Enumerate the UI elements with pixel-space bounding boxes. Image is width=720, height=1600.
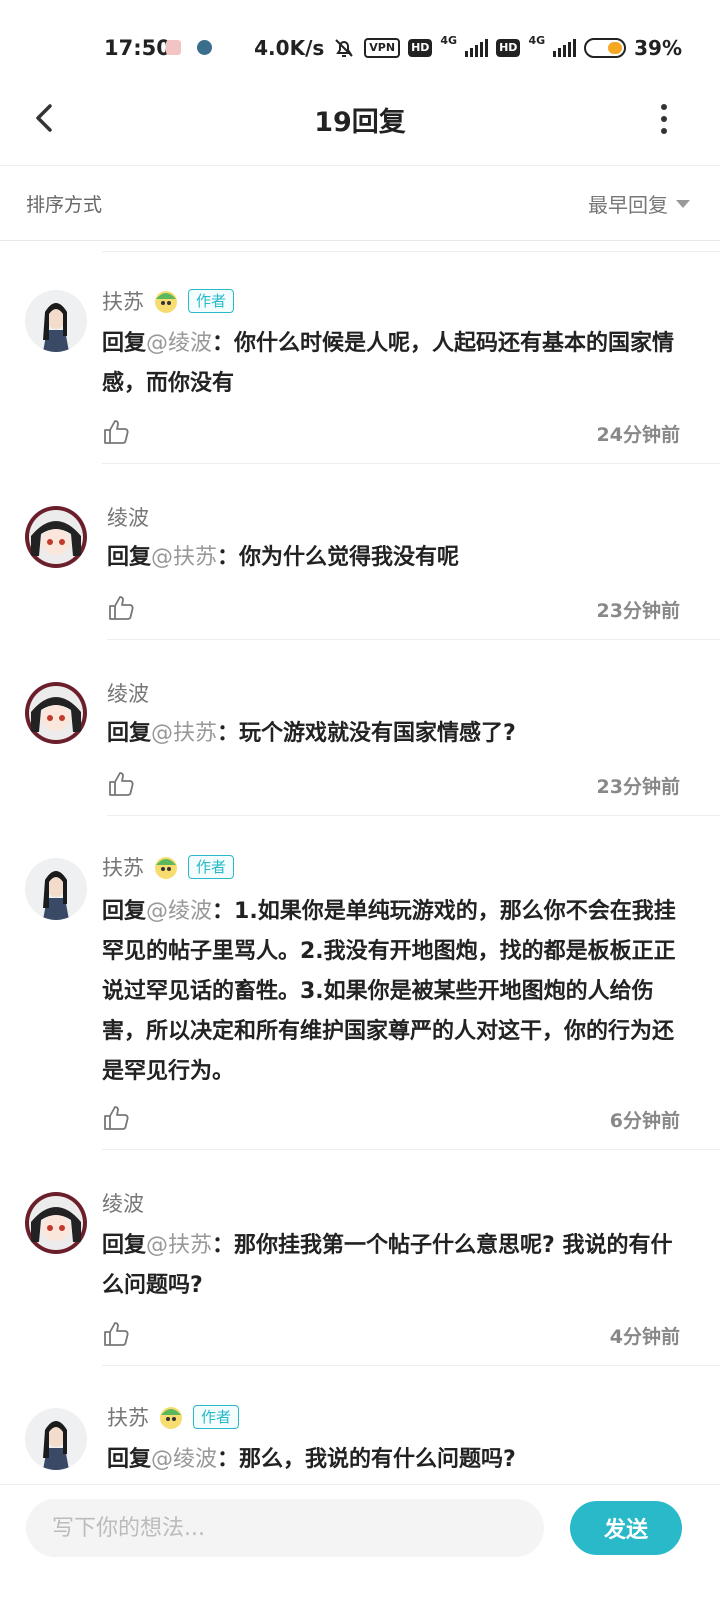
- thumbs-up-icon[interactable]: [102, 1104, 130, 1132]
- thumbs-up-icon[interactable]: [102, 1320, 130, 1348]
- comment-input[interactable]: [26, 1499, 544, 1557]
- notification-game-icon: [197, 40, 212, 55]
- user-name[interactable]: 绫波: [107, 502, 149, 532]
- status-time: 17:50: [104, 36, 171, 60]
- avatar-fusu-icon: [25, 1408, 87, 1470]
- hd-icon: HD: [496, 39, 521, 57]
- avatar-fusu-icon: [25, 290, 87, 352]
- comment-content: ：你为什么觉得我没有呢: [217, 545, 460, 570]
- reply-prefix: 回复: [107, 545, 152, 570]
- comment-item: 绫波 回复@扶苏：玩个游戏就没有国家情感了? 23分钟前: [0, 640, 720, 816]
- level-badge-icon: [155, 857, 177, 879]
- mention-link[interactable]: @绫波: [151, 1447, 217, 1472]
- thumbs-up-icon[interactable]: [107, 770, 135, 798]
- network-type-1: 4G: [440, 34, 458, 47]
- comment-item: 绫波 回复@扶苏：你为什么觉得我没有呢 23分钟前: [0, 464, 720, 640]
- comment-time: 6分钟前: [609, 1110, 680, 1132]
- reply-prefix: 回复: [107, 721, 152, 746]
- comment-text: 回复@扶苏：你为什么觉得我没有呢: [107, 538, 684, 578]
- mention-link[interactable]: @绫波: [146, 331, 212, 356]
- comment-header: 扶苏 作者: [102, 852, 235, 882]
- comment-item: 扶苏 作者 回复@绫波：1.如果你是单纯玩游戏的，那么你不会在我挂罕见的帖子里骂…: [0, 816, 720, 1150]
- mention-link[interactable]: @扶苏: [146, 1233, 212, 1258]
- author-tag: 作者: [188, 855, 235, 879]
- page-title: 19回复: [314, 107, 406, 138]
- comment-header: 扶苏 作者: [107, 1402, 240, 1432]
- comment-content: ：1.如果你是单纯玩游戏的，那么你不会在我挂罕见的帖子里骂人。2.我没有开地图炮…: [102, 899, 676, 1084]
- avatar[interactable]: [25, 1192, 87, 1254]
- avatar[interactable]: [25, 506, 87, 568]
- avatar[interactable]: [25, 1408, 87, 1470]
- author-tag: 作者: [188, 289, 235, 313]
- hd-icon: HD: [408, 39, 433, 57]
- avatar[interactable]: [25, 290, 87, 352]
- notification-app-icon: [166, 40, 181, 55]
- more-options-icon[interactable]: [658, 104, 670, 134]
- reply-prefix: 回复: [107, 1447, 152, 1472]
- user-name[interactable]: 扶苏: [102, 286, 144, 316]
- battery-percent: 39%: [634, 36, 682, 60]
- thumbs-up-icon[interactable]: [102, 418, 130, 446]
- comment-item: 扶苏 作者 回复@绫波：你什么时候是人呢，人起码还有基本的国家情感，而你没有 2…: [0, 252, 720, 464]
- comment-text: 回复@扶苏：那你挂我第一个帖子什么意思呢? 我说的有什么问题吗?: [102, 1226, 684, 1306]
- comment-text: 回复@绫波：你什么时候是人呢，人起码还有基本的国家情感，而你没有: [102, 324, 684, 404]
- comment-text: 回复@绫波：1.如果你是单纯玩游戏的，那么你不会在我挂罕见的帖子里骂人。2.我没…: [102, 892, 684, 1092]
- mention-link[interactable]: @扶苏: [151, 721, 217, 746]
- comment-time: 23分钟前: [596, 600, 680, 622]
- chevron-down-icon: [676, 199, 690, 208]
- avatar-lingbo-icon: [25, 506, 87, 568]
- reply-prefix: 回复: [102, 1233, 147, 1258]
- user-name[interactable]: 绫波: [107, 678, 149, 708]
- mention-link[interactable]: @扶苏: [151, 545, 217, 570]
- avatar-lingbo-icon: [25, 682, 87, 744]
- comment-content: ：那么，我说的有什么问题吗?: [217, 1447, 516, 1472]
- comment-header: 绫波: [107, 502, 149, 532]
- comment-text: 回复@扶苏：玩个游戏就没有国家情感了?: [107, 714, 684, 754]
- user-name[interactable]: 绫波: [102, 1188, 144, 1218]
- battery-icon: [584, 38, 627, 58]
- comment-header: 绫波: [107, 678, 149, 708]
- comment-text: 回复@绫波：那么，我说的有什么问题吗?: [107, 1440, 684, 1480]
- sort-label: 排序方式: [26, 194, 103, 216]
- reply-prefix: 回复: [102, 331, 147, 356]
- sort-dropdown[interactable]: 最早回复: [588, 189, 690, 218]
- comment-content: ：玩个游戏就没有国家情感了?: [217, 721, 516, 746]
- signal-1-icon: [465, 39, 489, 57]
- status-bar: 17:50 4.0K/s VPN HD 4G HD 4G 39%: [0, 0, 720, 90]
- bell-muted-icon: [335, 39, 353, 57]
- user-name[interactable]: 扶苏: [102, 852, 144, 882]
- status-right-group: 4.0K/s VPN HD 4G HD 4G 39%: [254, 34, 682, 62]
- user-name[interactable]: 扶苏: [107, 1402, 149, 1432]
- mention-link[interactable]: @绫波: [146, 899, 212, 924]
- comment-header: 绫波: [102, 1188, 144, 1218]
- avatar[interactable]: [25, 682, 87, 744]
- thumbs-up-icon[interactable]: [107, 594, 135, 622]
- avatar-lingbo-icon: [25, 1192, 87, 1254]
- comment-time: 23分钟前: [596, 776, 680, 798]
- comment-item: 绫波 回复@扶苏：那你挂我第一个帖子什么意思呢? 我说的有什么问题吗? 4分钟前: [0, 1150, 720, 1366]
- reply-prefix: 回复: [102, 899, 147, 924]
- avatar[interactable]: [25, 858, 87, 920]
- comment-header: 扶苏 作者: [102, 286, 235, 316]
- network-type-2: 4G: [528, 34, 546, 47]
- level-badge-icon: [155, 291, 177, 313]
- net-speed: 4.0K/s: [254, 36, 325, 60]
- send-button[interactable]: 发送: [570, 1501, 682, 1555]
- avatar-fusu-icon: [25, 858, 87, 920]
- sort-bar: 排序方式 最早回复: [0, 167, 720, 241]
- comment-item: 扶苏 作者 回复@绫波：那么，我说的有什么问题吗?: [0, 1366, 720, 1484]
- title-bar: 19回复: [0, 90, 720, 166]
- author-tag: 作者: [193, 1405, 240, 1429]
- comment-composer: 发送: [0, 1484, 720, 1600]
- comment-time: 4分钟前: [609, 1326, 680, 1348]
- comment-time: 24分钟前: [596, 424, 680, 446]
- signal-2-icon: [553, 39, 577, 57]
- vpn-icon: VPN: [364, 38, 401, 58]
- level-badge-icon: [160, 1407, 182, 1429]
- sort-value: 最早回复: [588, 193, 668, 217]
